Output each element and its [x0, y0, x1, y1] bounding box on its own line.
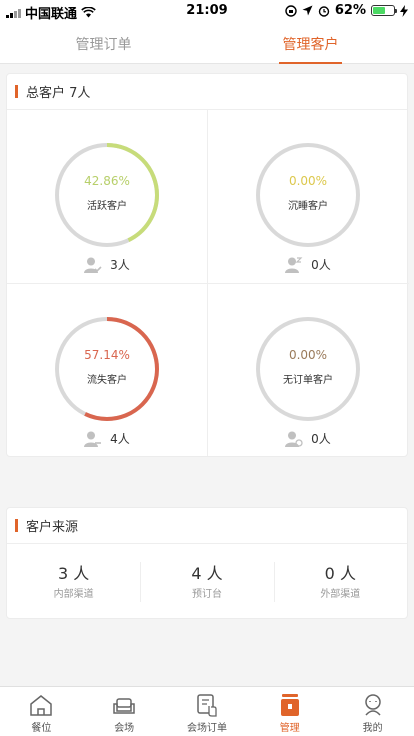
no-order-customers-percent: 0.00% [288, 348, 328, 362]
nav-label-mine: 我的 [362, 723, 383, 734]
lost-customers-percent: 57.14% [84, 348, 130, 362]
nav-item-mine[interactable]: 我的 [331, 687, 414, 736]
charging-icon [400, 4, 408, 17]
active-customers-cell[interactable]: 42.86% 活跃客户 3人 [7, 110, 207, 283]
header-accent-bar [15, 519, 18, 532]
tab-manage-customers[interactable]: 管理客户 [207, 22, 414, 64]
source-booking-desk[interactable]: 4 人 预订台 [140, 558, 273, 606]
bottom-nav: 餐位 会场 会场订单 管理 我的 [0, 686, 414, 736]
manage-icon [280, 694, 299, 716]
battery-icon [371, 5, 397, 16]
user-sleep-icon [285, 256, 303, 273]
user-check-icon [84, 257, 102, 273]
nav-label-venue: 会场 [114, 723, 135, 734]
no-order-customers-label: 无订单客户 [283, 375, 333, 386]
lost-customers-cell[interactable]: 57.14% 流失客户 4人 [7, 284, 207, 457]
tab-bar: 管理订单 管理客户 [0, 22, 414, 64]
location-icon [302, 5, 313, 16]
source-internal-label: 内部渠道 [53, 589, 94, 600]
source-external[interactable]: 0 人 外部渠道 [273, 558, 407, 606]
source-internal-value: 3 人 [58, 564, 90, 583]
customer-sources-list: 3 人 内部渠道 4 人 预订台 0 人 外部渠道 [7, 544, 407, 620]
customer-sources-title: 客户来源 [26, 520, 79, 535]
source-internal[interactable]: 3 人 内部渠道 [7, 558, 140, 606]
rotation-lock-icon [285, 4, 297, 17]
source-external-value: 0 人 [324, 564, 356, 583]
header-accent-bar [15, 85, 18, 98]
order-tap-icon [197, 694, 217, 717]
total-customers-title: 总客户 7人 [26, 86, 91, 101]
sleeping-customers-cell[interactable]: 0.00% 沉睡客户 0人 [208, 110, 408, 283]
customer-sources-header: 客户来源 [7, 508, 407, 544]
nav-item-seats[interactable]: 餐位 [0, 687, 83, 736]
customer-summary-header: 总客户 7人 [7, 74, 407, 110]
active-customers-percent: 42.86% [84, 174, 130, 188]
tab-manage-orders[interactable]: 管理订单 [0, 22, 207, 63]
active-customers-label: 活跃客户 [87, 201, 127, 212]
sleeping-customers-label: 沉睡客户 [288, 201, 328, 212]
battery-percent: 62% [334, 3, 366, 18]
customer-stats-grid: 42.86% 活跃客户 3人 0.00% 沉睡客户 0人 57.14% 流失客户… [7, 110, 409, 457]
sleeping-customers-percent: 0.00% [288, 174, 328, 188]
nav-item-venue-orders[interactable]: 会场订单 [166, 687, 249, 736]
source-booking-desk-label: 预订台 [191, 589, 222, 600]
nav-item-venue[interactable]: 会场 [83, 687, 166, 736]
no-order-customers-count: 0人 [311, 432, 331, 446]
sofa-icon [113, 698, 135, 714]
nav-item-manage[interactable]: 管理 [248, 687, 331, 736]
sleeping-customers-count: 0人 [311, 258, 331, 272]
status-bar: 中国联通 21:09 62% [0, 0, 414, 22]
lost-customers-label: 流失客户 [87, 375, 127, 386]
nav-label-manage: 管理 [279, 723, 300, 734]
customer-summary-card: 总客户 7人 42.86% 活跃客户 3人 0.00% 沉睡客户 0人 57.1… [6, 73, 409, 457]
house-icon [30, 695, 53, 716]
user-no-order-icon [285, 431, 303, 447]
nav-label-seats: 餐位 [31, 723, 52, 734]
alarm-icon [318, 5, 330, 17]
profile-icon [364, 694, 381, 716]
customer-sources-card: 客户来源 3 人 内部渠道 4 人 预订台 0 人 外部渠道 [6, 507, 408, 619]
source-external-label: 外部渠道 [320, 589, 361, 600]
nav-label-venue-orders: 会场订单 [186, 723, 227, 734]
lost-customers-count: 4人 [110, 432, 130, 446]
user-lost-icon [84, 431, 102, 447]
no-order-customers-cell[interactable]: 0.00% 无订单客户 0人 [208, 284, 408, 457]
active-customers-count: 3人 [110, 258, 130, 272]
source-booking-desk-value: 4 人 [191, 564, 223, 583]
